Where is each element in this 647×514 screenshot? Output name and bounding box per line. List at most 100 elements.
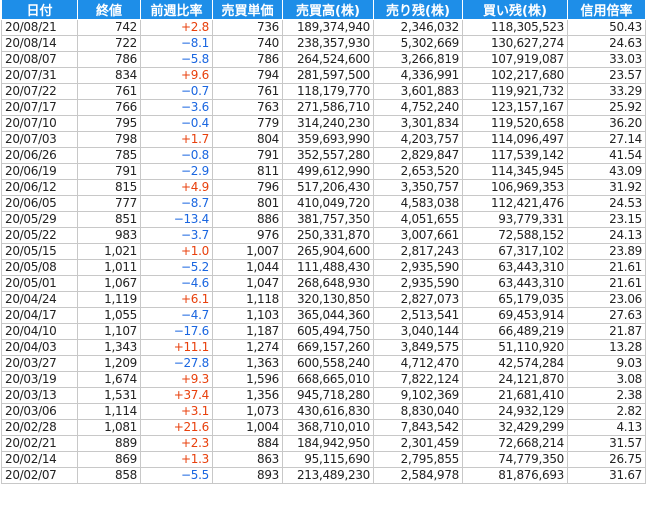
date-cell: 20/03/19 [1, 371, 78, 388]
short-balance-cell: 2,795,855 [373, 451, 463, 468]
margin-ratio-cell: 9.03 [567, 355, 646, 372]
date-cell: 20/05/01 [1, 275, 78, 292]
change-cell: +2.3 [140, 435, 213, 452]
header-date: 日付 [1, 0, 78, 20]
header-volume: 売買高(株) [282, 0, 374, 20]
short-balance-cell: 3,301,834 [373, 115, 463, 132]
short-balance-cell: 4,203,757 [373, 131, 463, 148]
change-cell: +1.7 [140, 131, 213, 148]
close-cell: 1,674 [77, 371, 141, 388]
volume-cell: 517,206,430 [282, 179, 374, 196]
change-cell: +1.0 [140, 243, 213, 260]
short-balance-cell: 3,350,757 [373, 179, 463, 196]
margin-ratio-cell: 27.14 [567, 131, 646, 148]
close-cell: 798 [77, 131, 141, 148]
volume-cell: 250,331,870 [282, 227, 374, 244]
margin-ratio-cell: 24.53 [567, 195, 646, 212]
table-row: 20/07/10 795 −0.4 779 314,240,230 3,301,834 11… [1, 115, 646, 132]
volume-cell: 265,904,600 [282, 243, 374, 260]
close-cell: 722 [77, 35, 141, 52]
close-cell: 1,021 [77, 243, 141, 260]
change-cell: −3.6 [140, 99, 213, 116]
change-cell: −0.8 [140, 147, 213, 164]
unit-price-cell: 740 [212, 35, 283, 52]
table-row: 20/04/03 1,343 +11.1 1,274 669,157,260 3,849,… [1, 339, 646, 356]
volume-cell: 111,488,430 [282, 259, 374, 276]
table-row: 20/05/22 983 −3.7 976 250,331,870 3,007,661 72… [1, 227, 646, 244]
volume-cell: 945,718,280 [282, 387, 374, 404]
table-row: 20/05/01 1,067 −4.6 1,047 268,648,930 2,935,5… [1, 275, 646, 292]
change-cell: −3.7 [140, 227, 213, 244]
volume-cell: 499,612,990 [282, 163, 374, 180]
short-balance-cell: 3,266,819 [373, 51, 463, 68]
table-row: 20/03/13 1,531 +37.4 1,356 945,718,280 9,102,… [1, 387, 646, 404]
table-row: 20/05/29 851 −13.4 886 381,757,350 4,051,655 9… [1, 211, 646, 228]
unit-price-cell: 1,274 [212, 339, 283, 356]
long-balance-cell: 118,305,523 [462, 19, 568, 36]
table-row: 20/03/27 1,209 −27.8 1,363 600,558,240 4,712,… [1, 355, 646, 372]
long-balance-cell: 93,779,331 [462, 211, 568, 228]
volume-cell: 189,374,940 [282, 19, 374, 36]
margin-ratio-cell: 31.92 [567, 179, 646, 196]
table-row: 20/08/14 722 −8.1 740 238,357,930 5,302,669 13… [1, 35, 646, 52]
volume-cell: 600,558,240 [282, 355, 374, 372]
volume-cell: 352,557,280 [282, 147, 374, 164]
change-cell: −8.7 [140, 195, 213, 212]
unit-price-cell: 796 [212, 179, 283, 196]
close-cell: 766 [77, 99, 141, 116]
long-balance-cell: 114,096,497 [462, 131, 568, 148]
unit-price-cell: 1,103 [212, 307, 283, 324]
short-balance-cell: 2,935,590 [373, 259, 463, 276]
unit-price-cell: 761 [212, 83, 283, 100]
header-weekly-change: 前週比率 [140, 0, 213, 20]
margin-ratio-cell: 31.57 [567, 435, 646, 452]
change-cell: −27.8 [140, 355, 213, 372]
date-cell: 20/03/13 [1, 387, 78, 404]
short-balance-cell: 2,584,978 [373, 467, 463, 484]
long-balance-cell: 72,668,214 [462, 435, 568, 452]
change-cell: −13.4 [140, 211, 213, 228]
volume-cell: 365,044,360 [282, 307, 374, 324]
close-cell: 761 [77, 83, 141, 100]
date-cell: 20/08/21 [1, 19, 78, 36]
table-row: 20/07/17 766 −3.6 763 271,586,710 4,752,240 12… [1, 99, 646, 116]
close-cell: 1,011 [77, 259, 141, 276]
date-cell: 20/05/29 [1, 211, 78, 228]
unit-price-cell: 1,007 [212, 243, 283, 260]
margin-ratio-cell: 41.54 [567, 147, 646, 164]
margin-ratio-cell: 26.75 [567, 451, 646, 468]
date-cell: 20/04/24 [1, 291, 78, 308]
margin-trading-table: 日付 終値 前週比率 売買単価 売買高(株) 売り残(株) 買い残(株) 信用倍… [1, 0, 646, 484]
date-cell: 20/07/22 [1, 83, 78, 100]
short-balance-cell: 2,301,459 [373, 435, 463, 452]
volume-cell: 669,157,260 [282, 339, 374, 356]
long-balance-cell: 67,317,102 [462, 243, 568, 260]
volume-cell: 118,179,770 [282, 83, 374, 100]
margin-ratio-cell: 24.63 [567, 35, 646, 52]
margin-ratio-cell: 27.63 [567, 307, 646, 324]
table-row: 20/06/05 777 −8.7 801 410,049,720 4,583,038 11… [1, 195, 646, 212]
short-balance-cell: 2,827,073 [373, 291, 463, 308]
margin-ratio-cell: 3.08 [567, 371, 646, 388]
header-row: 日付 終値 前週比率 売買単価 売買高(株) 売り残(株) 買い残(株) 信用倍… [1, 0, 646, 20]
long-balance-cell: 24,932,129 [462, 403, 568, 420]
change-cell: −5.5 [140, 467, 213, 484]
change-cell: +1.3 [140, 451, 213, 468]
close-cell: 1,055 [77, 307, 141, 324]
change-cell: −0.4 [140, 115, 213, 132]
date-cell: 20/04/10 [1, 323, 78, 340]
date-cell: 20/05/15 [1, 243, 78, 260]
long-balance-cell: 69,453,914 [462, 307, 568, 324]
short-balance-cell: 2,817,243 [373, 243, 463, 260]
long-balance-cell: 117,539,142 [462, 147, 568, 164]
unit-price-cell: 1,363 [212, 355, 283, 372]
date-cell: 20/07/10 [1, 115, 78, 132]
short-balance-cell: 4,051,655 [373, 211, 463, 228]
change-cell: −5.2 [140, 259, 213, 276]
short-balance-cell: 3,040,144 [373, 323, 463, 340]
volume-cell: 271,586,710 [282, 99, 374, 116]
short-balance-cell: 2,653,520 [373, 163, 463, 180]
margin-ratio-cell: 33.29 [567, 83, 646, 100]
close-cell: 1,209 [77, 355, 141, 372]
volume-cell: 264,524,600 [282, 51, 374, 68]
